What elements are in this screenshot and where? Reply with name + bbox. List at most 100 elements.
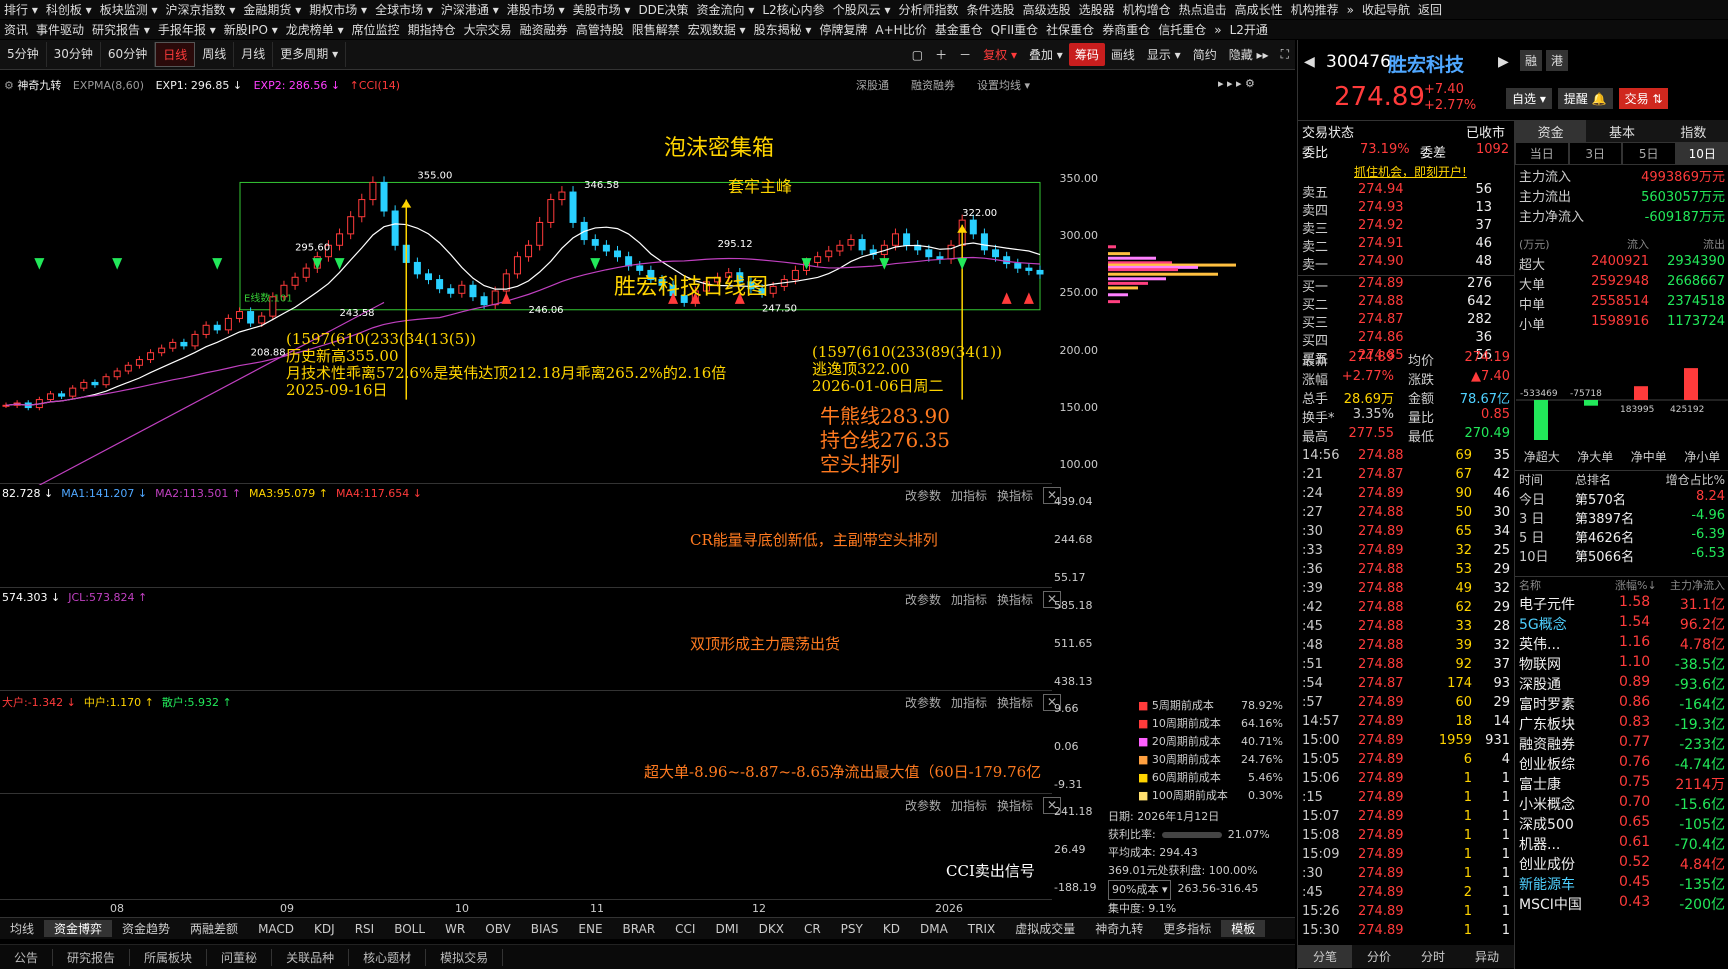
sector-row[interactable]: 深成500 0.65 -105亿	[1515, 814, 1728, 834]
indicator-tab[interactable]: DMA	[910, 922, 958, 936]
status-tab[interactable]: 问董秘	[207, 948, 273, 966]
period-tab[interactable]: 5分钟	[0, 42, 47, 67]
indicator-tab[interactable]: CR	[794, 922, 831, 936]
toolbar-button[interactable]: 筹码	[1068, 43, 1105, 66]
sector-row[interactable]: 深股通 0.89 -93.6亿	[1515, 674, 1728, 694]
fund-tab[interactable]: 指数	[1657, 120, 1728, 143]
fund-period-tab[interactable]: 5日	[1622, 142, 1676, 165]
fund-period-tab[interactable]: 10日	[1675, 142, 1728, 165]
menu-item[interactable]: 资金流向 ▾	[693, 1, 759, 18]
menu-item[interactable]: 券商重仓	[1098, 21, 1154, 38]
sector-row[interactable]: 融资融券 0.77 -233亿	[1515, 734, 1728, 754]
indicator-tab[interactable]: BRAR	[613, 922, 666, 936]
square-icon[interactable]: ▢	[906, 45, 929, 65]
indicator-tab[interactable]: 资金趋势	[112, 920, 180, 937]
menu-item[interactable]: 个股风云 ▾	[829, 1, 895, 18]
action-button[interactable]: 交易 ⇅	[1618, 88, 1669, 109]
sector-row[interactable]: 5G概念 1.54 96.2亿	[1515, 614, 1728, 634]
indicator-tab[interactable]: BOLL	[384, 922, 435, 936]
menu-item[interactable]: 机构增仓	[1119, 1, 1175, 18]
menu-item[interactable]: 资讯	[0, 21, 32, 38]
menu-item[interactable]: 基金重仓	[931, 21, 987, 38]
fund-tab[interactable]: 资金	[1515, 120, 1587, 143]
indicator-tab[interactable]: 神奇九转	[1085, 920, 1153, 937]
indicator-tab[interactable]: ENE	[568, 922, 612, 936]
indicator-tab[interactable]: PSY	[831, 922, 873, 936]
sector-row[interactable]: 小米概念 0.70 -15.6亿	[1515, 794, 1728, 814]
menu-item[interactable]: A+H比价	[871, 21, 930, 38]
panel-control[interactable]: 改参数	[905, 797, 941, 814]
indicator-tab[interactable]: KDJ	[304, 922, 345, 936]
menu-item[interactable]: 返回	[1414, 1, 1446, 18]
menu-item[interactable]: 高成长性	[1231, 1, 1287, 18]
panel-control[interactable]: 换指标	[997, 591, 1033, 608]
menu-item[interactable]: 宏观数据 ▾	[684, 21, 750, 38]
panel-control[interactable]: 改参数	[905, 591, 941, 608]
sector-row[interactable]: 机器... 0.61 -70.4亿	[1515, 834, 1728, 854]
toolbar-button[interactable]: 复权 ▾	[977, 43, 1023, 66]
sector-row[interactable]: 创业板综 0.76 -4.74亿	[1515, 754, 1728, 774]
right-bottom-tab[interactable]: 分笔	[1298, 945, 1352, 968]
menu-item[interactable]: 沪深京指数 ▾	[162, 1, 240, 18]
sector-head-cell[interactable]: 主力净流入	[1670, 577, 1725, 593]
status-tab[interactable]: 所属板块	[130, 948, 208, 966]
period-tab[interactable]: 周线	[195, 42, 235, 67]
sector-row[interactable]: 电子元件 1.58 31.1亿	[1515, 594, 1728, 614]
indicator-tab[interactable]: RSI	[345, 922, 385, 936]
status-tab[interactable]: 公告	[0, 948, 54, 966]
fullscreen-icon[interactable]: ⛶	[1275, 44, 1295, 65]
sector-head-cell[interactable]: 名称	[1519, 577, 1541, 593]
menu-item[interactable]: 信托重仓	[1154, 21, 1210, 38]
toolbar-button[interactable]: 显示 ▾	[1141, 43, 1187, 66]
menu-item[interactable]: 高管持股	[572, 21, 628, 38]
period-tab[interactable]: 日线	[155, 42, 196, 67]
menu-item[interactable]: L2核心内参	[758, 1, 828, 18]
panel-control[interactable]: 改参数	[905, 694, 941, 711]
menu-item[interactable]: 沪深港通 ▾	[437, 1, 503, 18]
toolbar-button[interactable]: 简约	[1187, 43, 1223, 66]
right-bottom-tab[interactable]: 异动	[1460, 945, 1514, 968]
menu-item[interactable]: 金融期货 ▾	[239, 1, 305, 18]
menu-item[interactable]: »	[1343, 3, 1358, 17]
menu-item[interactable]: 融资融券	[516, 21, 572, 38]
sector-row[interactable]: 英伟... 1.16 4.78亿	[1515, 634, 1728, 654]
status-tab[interactable]: 核心题材	[349, 948, 427, 966]
period-tab[interactable]: 月线	[234, 42, 274, 67]
indicator-tab[interactable]: OBV	[475, 922, 521, 936]
action-button[interactable]: 提醒 🔔	[1557, 88, 1613, 109]
fund-period-tab[interactable]: 当日	[1515, 142, 1569, 165]
indicator-tab[interactable]: WR	[435, 922, 475, 936]
status-tab[interactable]: 关联品种	[272, 948, 350, 966]
indicator-tab[interactable]: KD	[873, 922, 910, 936]
menu-item[interactable]: DDE决策	[634, 1, 692, 18]
indicator-tab[interactable]: 虚拟成交量	[1005, 920, 1085, 937]
indicator-tab[interactable]: MACD	[248, 922, 304, 936]
period-tab[interactable]: 30分钟	[47, 42, 101, 67]
toolbar-button[interactable]: 叠加 ▾	[1023, 43, 1069, 66]
minus-icon[interactable]: －	[953, 43, 977, 66]
period-tab[interactable]: 更多周期 ▾	[273, 42, 347, 67]
indicator-tab[interactable]: BIAS	[521, 922, 569, 936]
menu-item[interactable]: 排行 ▾	[0, 1, 42, 18]
menu-item[interactable]: 全球市场 ▾	[371, 1, 437, 18]
margin-button[interactable]: 融	[1520, 50, 1543, 71]
menu-item[interactable]: 期权市场 ▾	[305, 1, 371, 18]
status-tab[interactable]: 模拟交易	[426, 948, 504, 966]
menu-item[interactable]: 选股器	[1075, 1, 1119, 18]
menu-item[interactable]: 限售解禁	[628, 21, 684, 38]
menu-item[interactable]: 事件驱动	[32, 21, 88, 38]
action-button[interactable]: 自选 ▾	[1506, 88, 1552, 109]
indicator-tab[interactable]: CCI	[665, 922, 705, 936]
menu-item[interactable]: 社保重仓	[1042, 21, 1098, 38]
menu-item[interactable]: 高级选股	[1019, 1, 1075, 18]
panel-control[interactable]: 加指标	[951, 797, 987, 814]
next-stock-icon[interactable]: ▶	[1498, 54, 1509, 70]
sector-row[interactable]: MSCI中国 0.43 -200亿	[1515, 894, 1728, 914]
menu-item[interactable]: 条件选股	[963, 1, 1019, 18]
prev-stock-icon[interactable]: ◀	[1304, 54, 1315, 70]
menu-item[interactable]: 收起导航	[1358, 1, 1414, 18]
indicator-tab[interactable]: 模板	[1221, 920, 1266, 937]
panel-control[interactable]: 加指标	[951, 694, 987, 711]
indicator-tab[interactable]: TRIX	[958, 922, 1005, 936]
period-tab[interactable]: 60分钟	[101, 42, 156, 67]
